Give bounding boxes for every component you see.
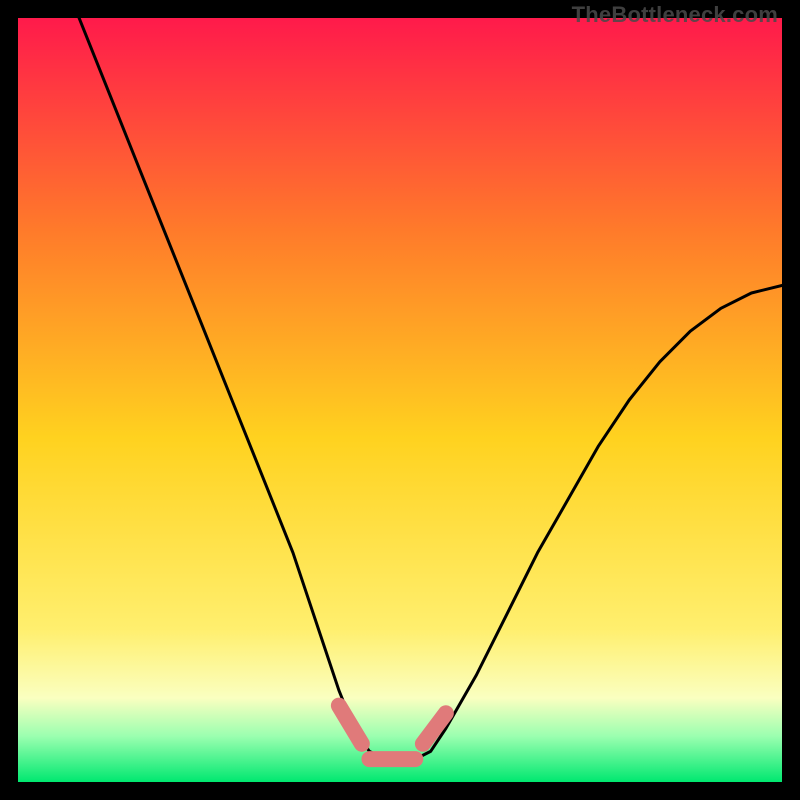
chart-frame [18, 18, 782, 782]
watermark-text: TheBottleneck.com [572, 2, 778, 28]
gradient-background [18, 18, 782, 782]
bottleneck-chart [18, 18, 782, 782]
